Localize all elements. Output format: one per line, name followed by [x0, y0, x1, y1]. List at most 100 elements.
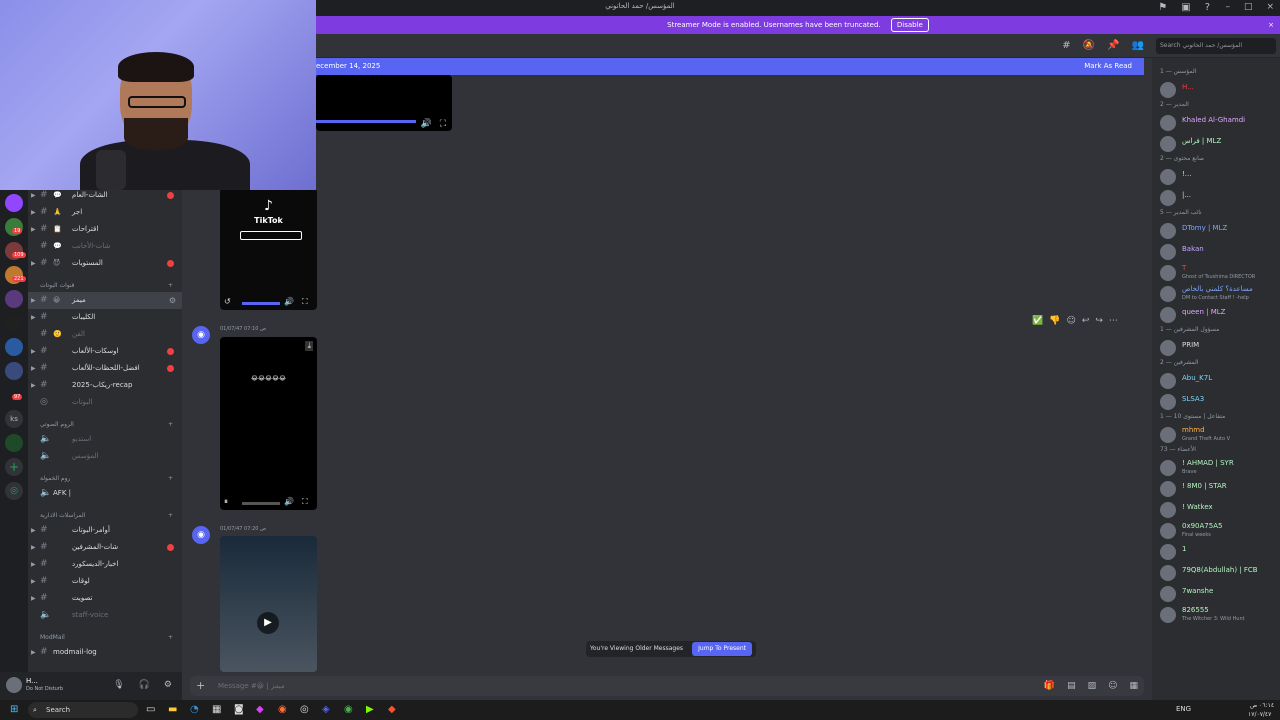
add-attachment-icon[interactable]: + — [196, 676, 205, 696]
fullscreen-icon[interactable]: ⛶ — [302, 297, 308, 307]
avatar[interactable] — [1160, 223, 1176, 239]
avatar[interactable] — [1160, 565, 1176, 581]
discover-icon[interactable]: ◎ — [5, 482, 23, 500]
members-icon[interactable]: 👥 — [1132, 40, 1144, 51]
gift-icon[interactable]: 🎁 — [1044, 676, 1055, 696]
category-header[interactable]: الروم الصوتي + — [40, 421, 173, 428]
avatar[interactable] — [1160, 607, 1176, 623]
video-embed[interactable]: ⤓ 😂😂😂😂😂 ⏸ 🔊 ⛶ — [220, 337, 317, 510]
app-icon[interactable]: ▶ — [366, 704, 374, 715]
avatar[interactable] — [1160, 340, 1176, 356]
member-item[interactable]: ! AHMAD | SYR Brave — [1152, 458, 1280, 478]
avatar[interactable] — [1160, 373, 1176, 389]
add-server-icon[interactable]: + — [5, 458, 23, 476]
member-item[interactable]: DTomy | MLZ — [1152, 221, 1280, 241]
message-list[interactable]: 🔊 ⛶ ♪ TikTok ↺ 🔊 ⛶ ◉ 01/07/47 07:10 ص ✅ … — [182, 75, 1144, 672]
category-header[interactable]: المراسلات الادارية + — [40, 512, 173, 519]
more-icon[interactable]: ⋯ — [1109, 316, 1118, 326]
avatar[interactable] — [1160, 136, 1176, 152]
member-item[interactable]: |... — [1152, 188, 1280, 208]
voice-channel[interactable]: 🔈 المؤسس — [28, 448, 182, 465]
member-item[interactable]: ! Watkex — [1152, 500, 1280, 520]
avatar[interactable] — [1160, 427, 1176, 443]
settings-icon[interactable]: ⚙ — [169, 292, 176, 309]
windows-start-icon[interactable]: ⊞ — [10, 704, 18, 715]
member-item[interactable]: 826555 The Witcher 3: Wild Hunt — [1152, 605, 1280, 625]
avatar[interactable] — [1160, 544, 1176, 560]
composer-placeholder[interactable]: Message #😀 | ميمز — [218, 676, 285, 696]
member-item[interactable]: مساعدة؟ كلمني بالخاص DM to Contact Staff … — [1152, 284, 1280, 304]
channel-item[interactable]: ▶ # modmail-log — [28, 644, 182, 661]
member-item[interactable]: mhmd Grand Theft Auto V — [1152, 425, 1280, 445]
member-item[interactable]: Khaled Al-Ghamdi — [1152, 113, 1280, 133]
category-header[interactable]: ModMail + — [40, 634, 173, 641]
message-composer[interactable]: + Message #😀 | ميمز 🎁 ▤ ▨ ☺ ▦ — [190, 676, 1144, 696]
replay-icon[interactable]: ↺ — [224, 297, 231, 306]
channel-item[interactable]: ▶ # أوامر-البوتات — [28, 522, 182, 539]
reply-icon[interactable]: ↩ — [1082, 316, 1090, 326]
server-icon[interactable]: ks — [5, 410, 23, 428]
member-item[interactable]: T Ghost of Tsushima DIRECTOR — [1152, 263, 1280, 283]
brave-icon[interactable]: ◆ — [388, 704, 396, 715]
download-icon[interactable]: ⤓ — [305, 341, 313, 351]
video-embed[interactable]: 🔊 ⛶ — [316, 75, 452, 131]
avatar[interactable] — [1160, 265, 1176, 281]
settings-icon[interactable]: ⚙ — [164, 680, 172, 690]
disable-button[interactable]: Disable — [890, 18, 929, 32]
channel-item[interactable]: ▶ # افضل-اللحظات-للألعاب — [28, 360, 182, 377]
microphone-icon[interactable]: 🎙 — [113, 680, 124, 690]
member-item[interactable]: ! 8M0 | STAR — [1152, 479, 1280, 499]
add-channel-icon[interactable]: + — [168, 475, 173, 482]
channel-item[interactable]: ▶ # لوقات — [28, 573, 182, 590]
hashtag-icon[interactable]: # — [1062, 40, 1070, 51]
avatar[interactable] — [1160, 115, 1176, 131]
chrome-icon[interactable]: ◉ — [344, 704, 353, 715]
channel-item[interactable]: ▶ # اوسكات-الألعاب — [28, 343, 182, 360]
pause-icon[interactable]: ⏸ — [224, 497, 228, 507]
avatar[interactable] — [1160, 307, 1176, 323]
avatar[interactable] — [1160, 244, 1176, 260]
search-input[interactable]: Search المؤسس/ حمد الحاتوني — [1156, 38, 1276, 54]
channel-item[interactable]: ▶ # تصويت — [28, 590, 182, 607]
avatar[interactable] — [1160, 481, 1176, 497]
pin-icon[interactable]: 📌 — [1107, 40, 1119, 51]
add-channel-icon[interactable]: + — [168, 512, 173, 519]
voice-channel[interactable]: 🔈 استديو — [28, 431, 182, 448]
server-icon[interactable] — [5, 362, 23, 380]
avatar[interactable] — [1160, 169, 1176, 185]
reaction-icon[interactable]: 👎 — [1049, 316, 1060, 326]
member-item[interactable]: Bakan — [1152, 242, 1280, 262]
channel-item[interactable]: # 💬 شات-الأجانب — [28, 238, 182, 255]
member-item[interactable]: 7wanshe — [1152, 584, 1280, 604]
channel-item[interactable]: ▶ # اخبار-الديسكورد — [28, 556, 182, 573]
avatar[interactable] — [1160, 82, 1176, 98]
add-reaction-icon[interactable]: ☺ — [1066, 316, 1075, 326]
category-header[interactable]: روم الخمولة + — [40, 475, 173, 482]
video-progress[interactable] — [316, 120, 416, 123]
task-view-icon[interactable]: ▭ — [146, 704, 155, 715]
channel-item[interactable]: ▶ # شات-المشرفين — [28, 539, 182, 556]
server-icon[interactable] — [5, 314, 23, 332]
member-item[interactable]: !... — [1152, 167, 1280, 187]
minimize-icon[interactable]: – — [1225, 2, 1230, 12]
server-icon[interactable] — [5, 434, 23, 452]
emoji-icon[interactable]: ☺ — [1108, 676, 1117, 696]
play-icon[interactable]: ▶ — [257, 612, 279, 634]
headphones-icon[interactable]: 🎧 — [139, 680, 150, 690]
channel-item[interactable]: ◎ البوتات — [28, 394, 182, 411]
member-item[interactable]: PRIM — [1152, 338, 1280, 358]
avatar[interactable] — [1160, 460, 1176, 476]
banner-close-icon[interactable]: × — [1268, 16, 1274, 34]
edge-icon[interactable]: ◔ — [190, 704, 199, 715]
gif-icon[interactable]: ▤ — [1067, 676, 1076, 696]
video-progress[interactable] — [242, 502, 280, 505]
avatar[interactable]: ◉ — [192, 526, 210, 544]
apps-icon[interactable]: ▦ — [1129, 676, 1138, 696]
volume-icon[interactable]: 🔊 — [284, 497, 294, 506]
video-progress[interactable] — [242, 302, 280, 305]
avatar[interactable] — [1160, 394, 1176, 410]
channel-item[interactable]: ▶ # 📋 اقتراحات — [28, 221, 182, 238]
fullscreen-icon[interactable]: ⛶ — [440, 119, 446, 129]
file-explorer-icon[interactable]: ▬ — [168, 704, 177, 715]
app-icon[interactable]: ◆ — [256, 704, 264, 715]
